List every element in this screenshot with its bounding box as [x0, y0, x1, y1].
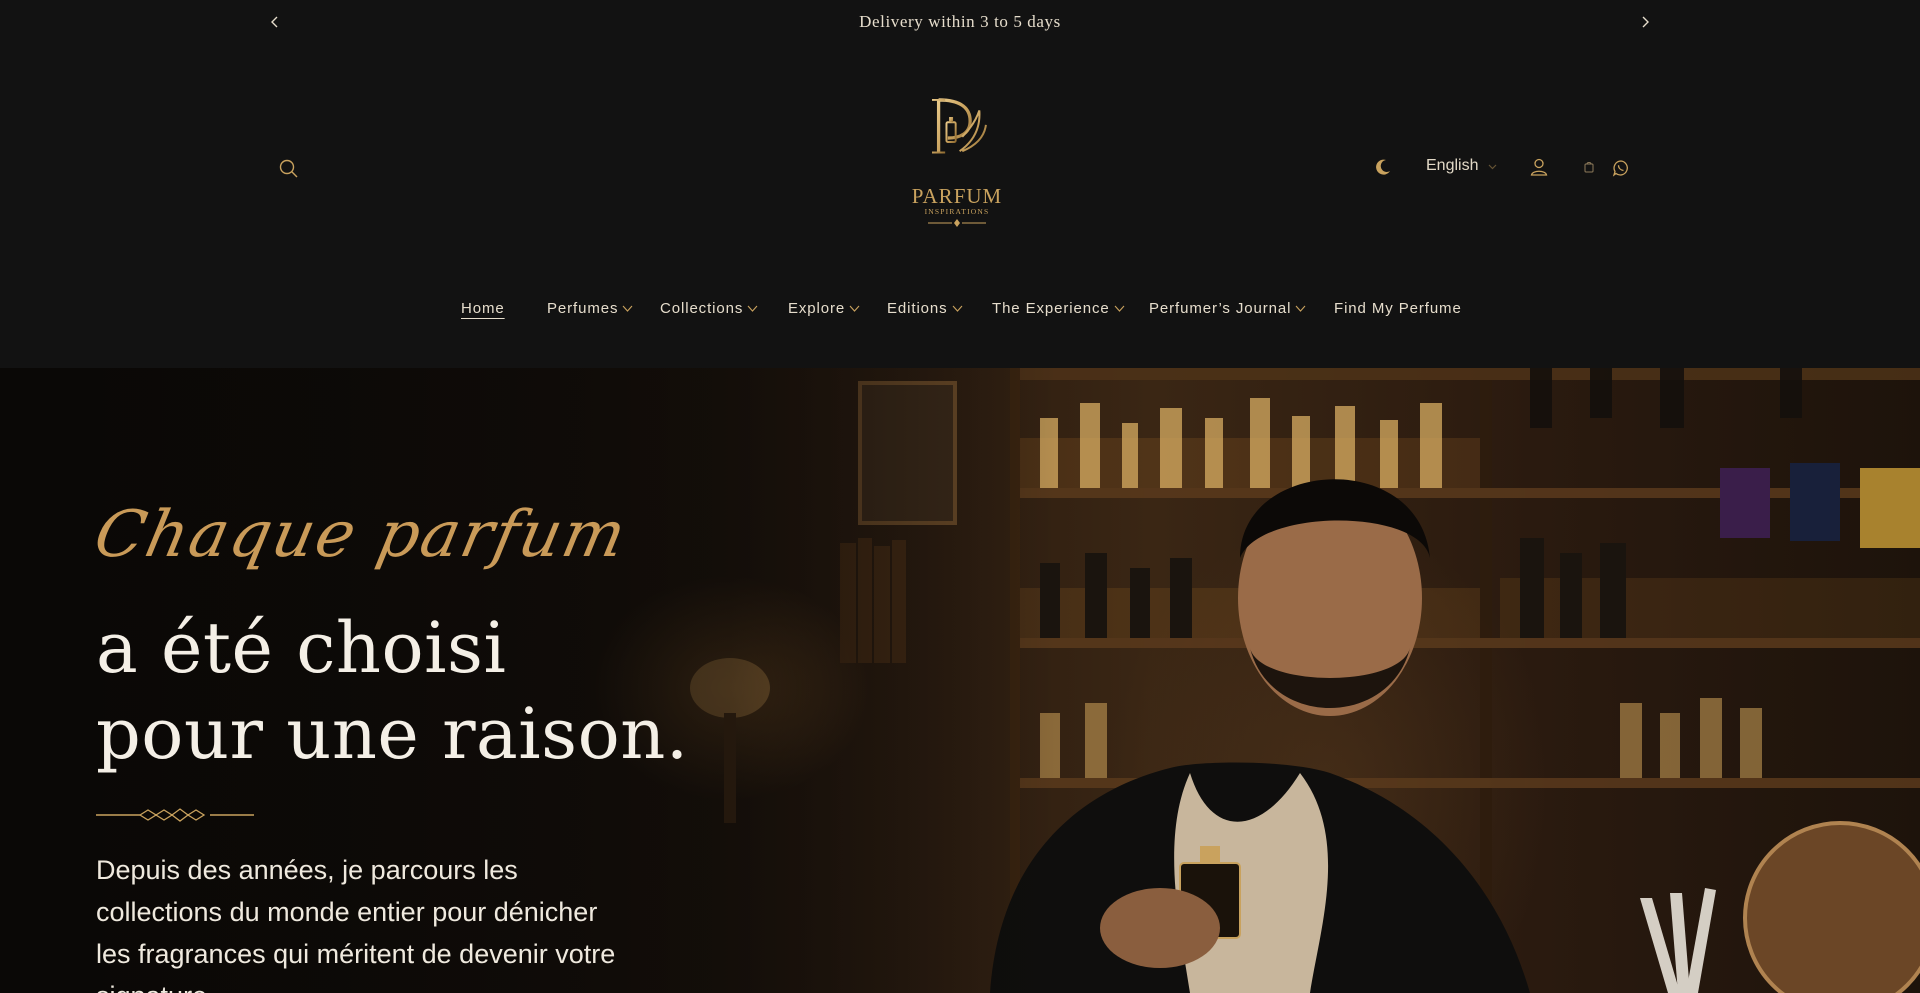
announcement-message: Delivery within 3 to 5 days [859, 12, 1061, 31]
nav-item-label: Find My Perfume [1334, 300, 1462, 317]
nav-item-label: The Experience [992, 300, 1110, 317]
nav-item-explore[interactable]: Explore [788, 300, 860, 317]
nav-item-find-my-perfume[interactable]: Find My Perfume [1334, 300, 1462, 317]
logo-monogram [932, 98, 987, 154]
logo-subtitle: INSPIRATIONS [924, 207, 990, 216]
language-selector[interactable]: English [1426, 157, 1497, 175]
nav-item-perfumes[interactable]: Perfumes [547, 300, 633, 317]
language-label: English [1426, 157, 1479, 174]
main-navigation: Home Perfumes Collections Explore Editio… [0, 300, 1920, 328]
nav-item-home[interactable]: Home [461, 300, 505, 317]
account-icon[interactable] [1529, 157, 1549, 177]
nav-item-label: Explore [788, 300, 846, 317]
chevron-down-icon [1114, 305, 1125, 312]
nav-item-label: Collections [660, 300, 744, 317]
chevron-down-icon [952, 305, 962, 312]
hero-headline-line-2: pour une raison. [96, 693, 689, 775]
nav-item-perfumers-journal[interactable]: Perfumer’s Journal [1149, 300, 1306, 317]
hero-banner: Chaque parfum a été choisi pour une rais… [0, 368, 1920, 993]
search-icon[interactable] [278, 158, 300, 180]
nav-item-label: Perfumer’s Journal [1149, 300, 1292, 317]
nav-item-label: Editions [887, 300, 948, 317]
nav-item-label: Home [461, 300, 505, 317]
hero-headline-line-1: a été choisi [96, 607, 507, 689]
hero-headline: a été choisi pour une raison. [96, 605, 689, 777]
whatsapp-icon[interactable] [1612, 159, 1630, 177]
logo-wordmark: PARFUM [911, 184, 1003, 208]
logo-flourish [928, 219, 986, 227]
chevron-down-icon [622, 305, 633, 312]
chevron-down-icon [1489, 164, 1497, 169]
announcement-next-button[interactable] [1633, 10, 1657, 34]
chevron-down-icon [1295, 305, 1306, 312]
ornament-divider [96, 808, 254, 822]
moon-icon[interactable] [1373, 157, 1393, 177]
nav-item-editions[interactable]: Editions [887, 300, 963, 317]
hero-script-line: Chaque parfum [88, 498, 634, 572]
chevron-down-icon [747, 305, 758, 312]
cart-icon[interactable] [1582, 160, 1596, 174]
chevron-right-icon [1642, 16, 1649, 28]
nav-item-the-experience[interactable]: The Experience [992, 300, 1125, 317]
nav-item-label: Perfumes [547, 300, 619, 317]
nav-item-collections[interactable]: Collections [660, 300, 758, 317]
announcement-bar: Delivery within 3 to 5 days [0, 0, 1920, 44]
site-header: PARFUM INSPIRATIONS English [0, 44, 1920, 268]
chevron-down-icon [849, 305, 860, 312]
hero-body-text: Depuis des années, je parcours les colle… [96, 855, 616, 993]
